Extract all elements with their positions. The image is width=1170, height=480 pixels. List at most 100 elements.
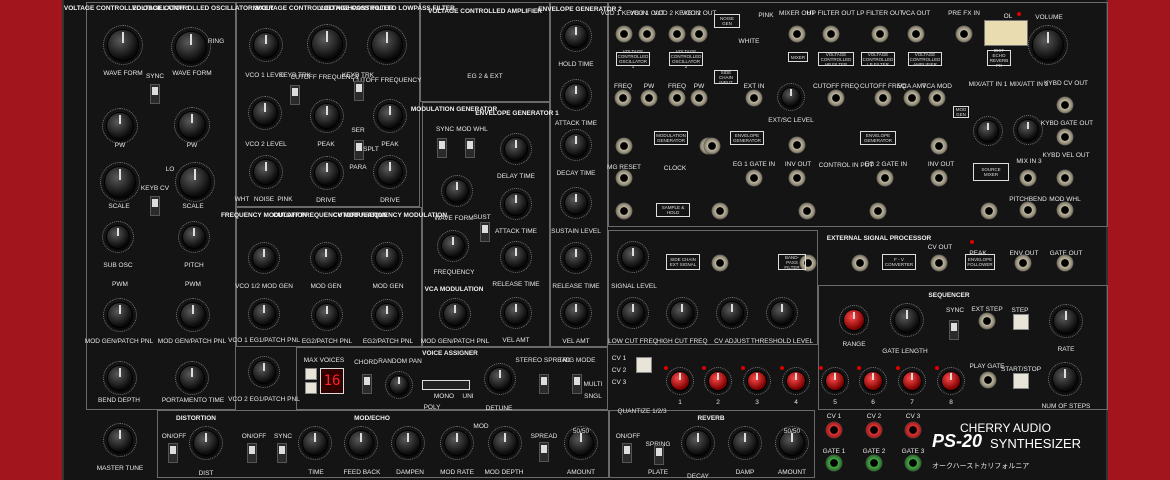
vco2-scale-knob[interactable] — [180, 167, 210, 197]
modgen-in-jack[interactable] — [615, 137, 633, 155]
vco1-subosc-knob[interactable] — [107, 226, 129, 248]
env2-release-knob[interactable] — [565, 247, 587, 269]
spread-switch[interactable] — [539, 442, 549, 462]
freq-jack-0[interactable] — [614, 89, 632, 107]
gate3-out-jack[interactable] — [904, 454, 922, 472]
lpf-keyb-switch[interactable] — [354, 81, 364, 101]
vco2-waveform-knob[interactable] — [176, 32, 206, 62]
invout-jack[interactable] — [788, 169, 806, 187]
bend-depth-knob[interactable] — [108, 366, 132, 390]
reverb-damp-knob[interactable] — [733, 431, 757, 455]
cv1-out-jack[interactable] — [825, 421, 843, 439]
env2-attack-knob[interactable] — [565, 84, 587, 106]
cv2-out-jack[interactable] — [865, 421, 883, 439]
vco2-pitch-knob[interactable] — [183, 226, 205, 248]
ext-level-knob[interactable] — [782, 88, 800, 106]
env2-sustain-knob[interactable] — [565, 192, 587, 214]
freq-jack-2[interactable] — [668, 89, 686, 107]
modwhl-jack[interactable] — [1056, 201, 1074, 219]
env2-decay-knob[interactable] — [565, 134, 587, 156]
portamento-knob[interactable] — [180, 366, 204, 390]
vco1-sync-switch[interactable] — [150, 84, 160, 104]
gate1-out-jack[interactable] — [825, 454, 843, 472]
hpf-drive-knob[interactable] — [315, 161, 339, 185]
cutmod2-b-knob[interactable] — [376, 304, 398, 326]
mod-depth-knob[interactable] — [493, 431, 517, 455]
lpf-cutoff-knob[interactable] — [372, 30, 402, 60]
vco1-pw-knob[interactable] — [107, 113, 133, 139]
modgen-frequency-knob[interactable] — [442, 235, 464, 257]
cutmod2-a-knob[interactable] — [376, 247, 398, 269]
vco1out-jack[interactable] — [638, 25, 656, 43]
noise-knob[interactable] — [254, 160, 278, 184]
hpf-cutoff-knob[interactable] — [312, 29, 342, 59]
vco2-level-knob[interactable] — [253, 101, 277, 125]
freqmod-c-knob[interactable] — [253, 361, 275, 383]
voice-up-button[interactable] — [305, 368, 317, 380]
signal-level-knob[interactable] — [622, 246, 644, 268]
pw-jack-1[interactable] — [640, 89, 658, 107]
env-out-jack[interactable] — [788, 136, 806, 154]
cutoff-jack-5[interactable] — [827, 89, 845, 107]
gate2-out-jack[interactable] — [865, 454, 883, 472]
reverb-type-switch[interactable] — [654, 445, 664, 465]
esp-cvout-jack[interactable] — [930, 254, 948, 272]
modgen-waveform-knob[interactable] — [446, 180, 468, 202]
seq-sync-switch[interactable] — [949, 320, 959, 340]
vcamod-knob[interactable] — [444, 303, 466, 325]
vco2-pwm-knob[interactable] — [181, 303, 205, 327]
freqmod-a-knob[interactable] — [253, 247, 275, 269]
seq-step-1-knob[interactable] — [671, 372, 689, 390]
master-tune-knob[interactable] — [108, 428, 132, 452]
seq-step-6-knob[interactable] — [864, 372, 882, 390]
mixatt1-knob[interactable] — [978, 121, 998, 141]
freqmod-b-knob[interactable] — [253, 303, 275, 325]
start-stop-button[interactable] — [1013, 373, 1029, 389]
vco1-level-knob[interactable] — [254, 33, 278, 57]
seq-step-2-knob[interactable] — [709, 372, 727, 390]
seq-rate-knob[interactable] — [1054, 309, 1078, 333]
random-pan-knob[interactable] — [390, 376, 408, 394]
reverb-decay-knob[interactable] — [686, 431, 710, 455]
ctrl-in-jack[interactable] — [798, 202, 816, 220]
esp-gateout-jack[interactable] — [1056, 254, 1074, 272]
chord-switch[interactable] — [362, 374, 372, 394]
kybdvel-jack[interactable] — [1056, 169, 1074, 187]
modgen-sust-switch[interactable] — [480, 222, 490, 242]
reverb-onoff-switch[interactable] — [622, 443, 632, 463]
kybdcv-jack[interactable] — [1056, 96, 1074, 114]
prefx-jack[interactable] — [955, 25, 973, 43]
vco1-pwm-knob[interactable] — [108, 303, 132, 327]
detune-knob[interactable] — [489, 368, 511, 390]
stereo-spread-switch[interactable] — [539, 374, 549, 394]
env1-attack-knob[interactable] — [505, 193, 527, 215]
env1-delay-knob[interactable] — [505, 138, 527, 160]
voice-mode-slider[interactable] — [422, 380, 470, 390]
mod-sync-switch[interactable] — [277, 443, 287, 463]
seq-sel-button[interactable] — [636, 357, 652, 373]
volume-knob[interactable] — [1033, 30, 1063, 60]
cutmod1-b-knob[interactable] — [316, 304, 338, 326]
vco2-pw-knob[interactable] — [179, 112, 205, 138]
eg1gate-jack[interactable] — [745, 169, 763, 187]
mixin3-jack[interactable] — [1019, 169, 1037, 187]
extstep-jack[interactable] — [978, 312, 996, 330]
vco2keyb-jack[interactable] — [668, 25, 686, 43]
trig-mode-switch[interactable] — [572, 374, 582, 394]
envgen-out-jack[interactable] — [930, 137, 948, 155]
env2-hold-knob[interactable] — [565, 25, 587, 47]
cvadj-knob[interactable] — [721, 302, 743, 324]
env-in-jack[interactable] — [703, 137, 721, 155]
lpfout-jack[interactable] — [871, 25, 889, 43]
lpf-peak-knob[interactable] — [378, 104, 402, 128]
cv3-out-jack[interactable] — [904, 421, 922, 439]
lowcut-knob[interactable] — [622, 302, 644, 324]
dist-knob[interactable] — [194, 431, 218, 455]
mod-time-knob[interactable] — [303, 431, 327, 455]
sh-out-jack[interactable] — [711, 202, 729, 220]
hpf-keyb-switch[interactable] — [290, 85, 300, 105]
seq-step-4-knob[interactable] — [787, 372, 805, 390]
mix-out-jack[interactable] — [980, 202, 998, 220]
hpfout-jack[interactable] — [822, 25, 840, 43]
vcaout-jack[interactable] — [907, 25, 925, 43]
